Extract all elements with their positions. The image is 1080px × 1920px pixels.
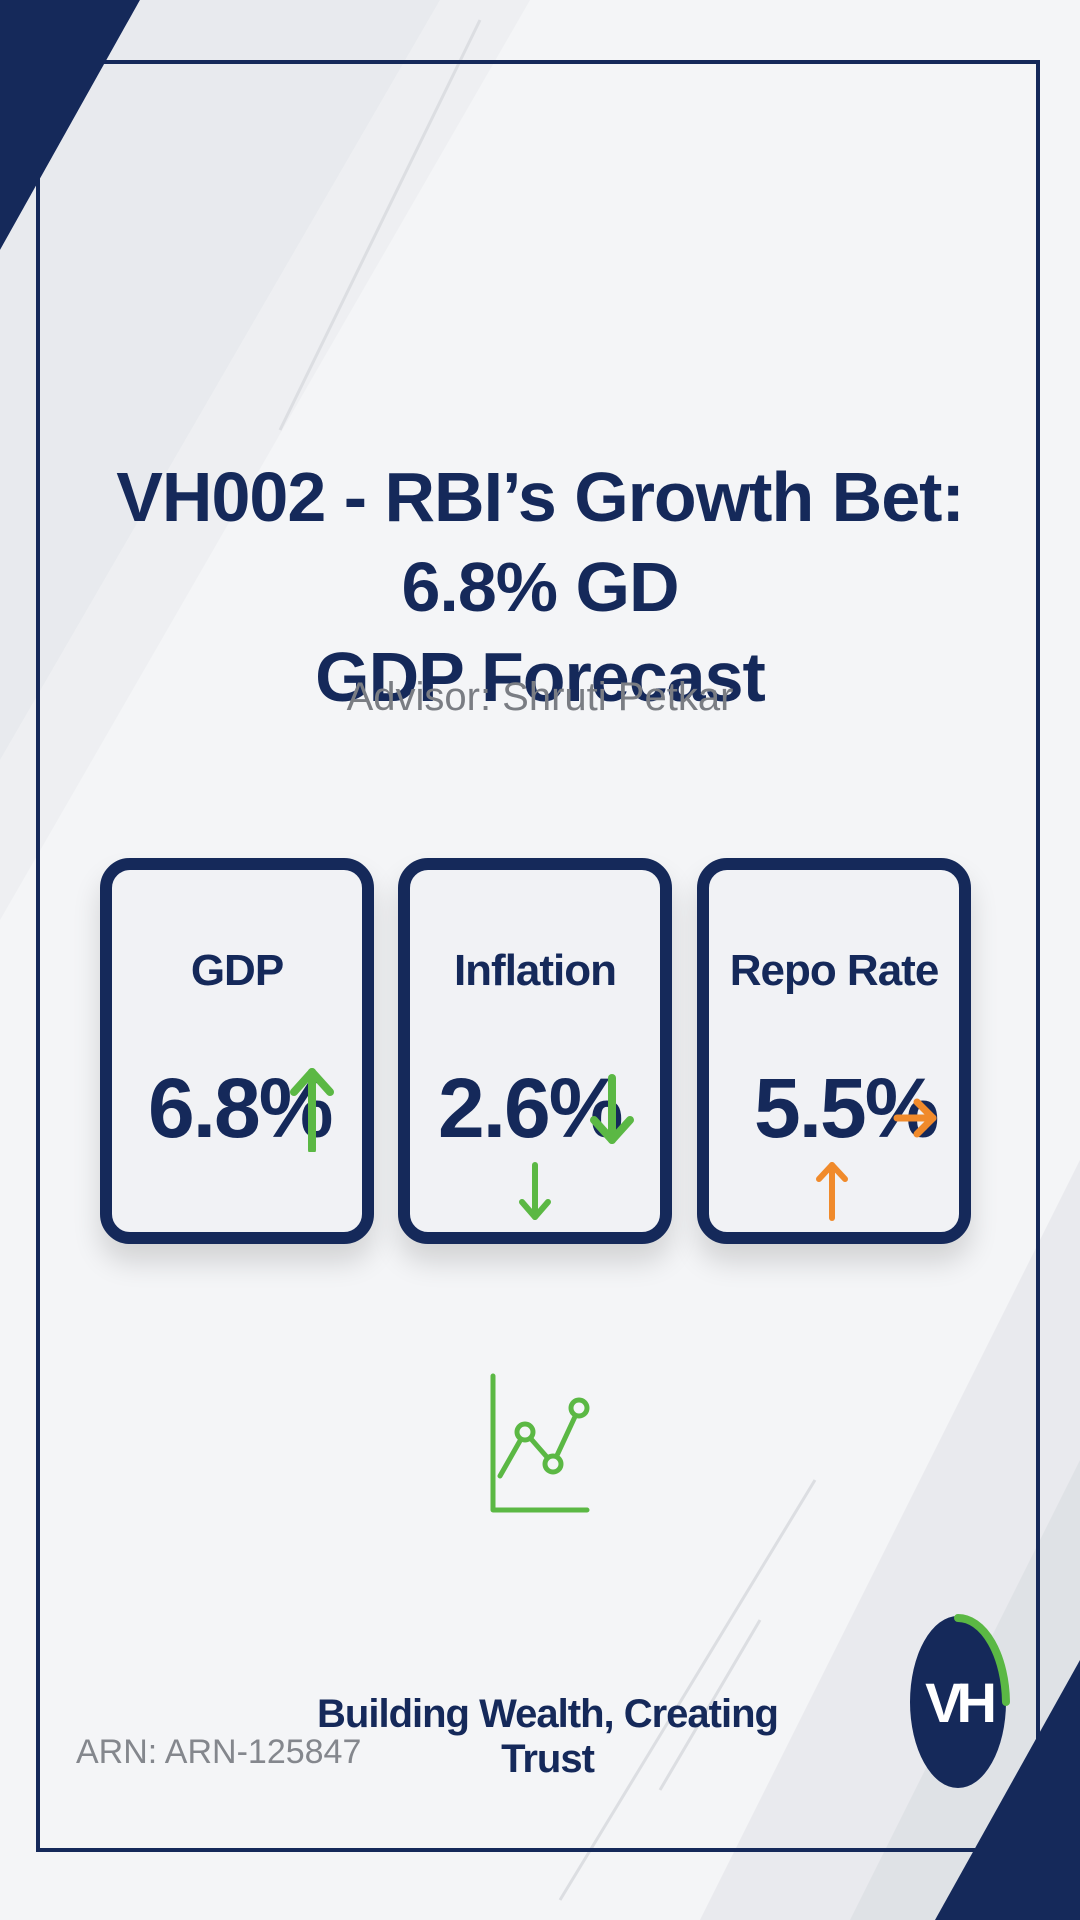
gdp-label: GDP bbox=[190, 946, 284, 995]
repo-rate-label: Repo Rate bbox=[729, 946, 940, 995]
arrow-down-icon bbox=[590, 1074, 634, 1146]
arrow-up-small-icon bbox=[815, 1160, 849, 1222]
arrow-down-small-icon bbox=[518, 1162, 552, 1222]
title-line-1: VH002 - RBI’s Growth Bet: 6.8% GD bbox=[116, 458, 965, 626]
inflation-label: Inflation bbox=[453, 946, 617, 995]
repo-rate-card: Repo Rate 5.5% bbox=[697, 858, 971, 1244]
logo-text: VH bbox=[925, 1671, 993, 1734]
line-chart-icon bbox=[485, 1372, 595, 1516]
arn-number: ARN: ARN-125847 bbox=[76, 1733, 362, 1771]
vh-logo-icon: VH bbox=[902, 1610, 1016, 1790]
arrow-up-icon bbox=[290, 1066, 334, 1152]
arrow-right-icon bbox=[893, 1096, 939, 1140]
inflation-card: Inflation 2.6% bbox=[398, 858, 672, 1244]
advisor-name: Advisor: Shruti Petkar bbox=[346, 675, 734, 719]
tagline: Building Wealth, Creating Trust bbox=[317, 1692, 779, 1781]
gdp-card: GDP 6.8% bbox=[100, 858, 374, 1244]
